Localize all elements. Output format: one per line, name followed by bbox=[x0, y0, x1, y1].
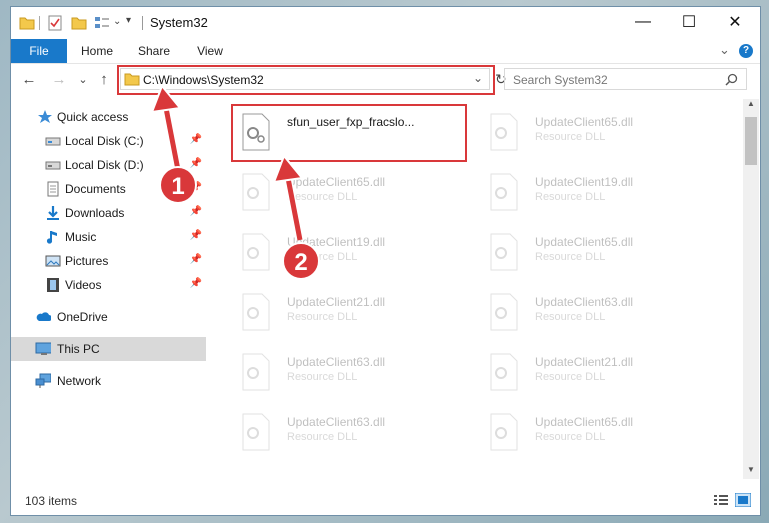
annotation-arrows bbox=[150, 84, 304, 241]
arrow-1 bbox=[163, 107, 181, 171]
callout-step-2: 2 bbox=[282, 242, 320, 280]
arrow-2-head bbox=[272, 154, 304, 184]
arrow-2 bbox=[285, 177, 303, 241]
arrow-1-head bbox=[150, 84, 182, 114]
callout-step-1: 1 bbox=[159, 166, 197, 204]
